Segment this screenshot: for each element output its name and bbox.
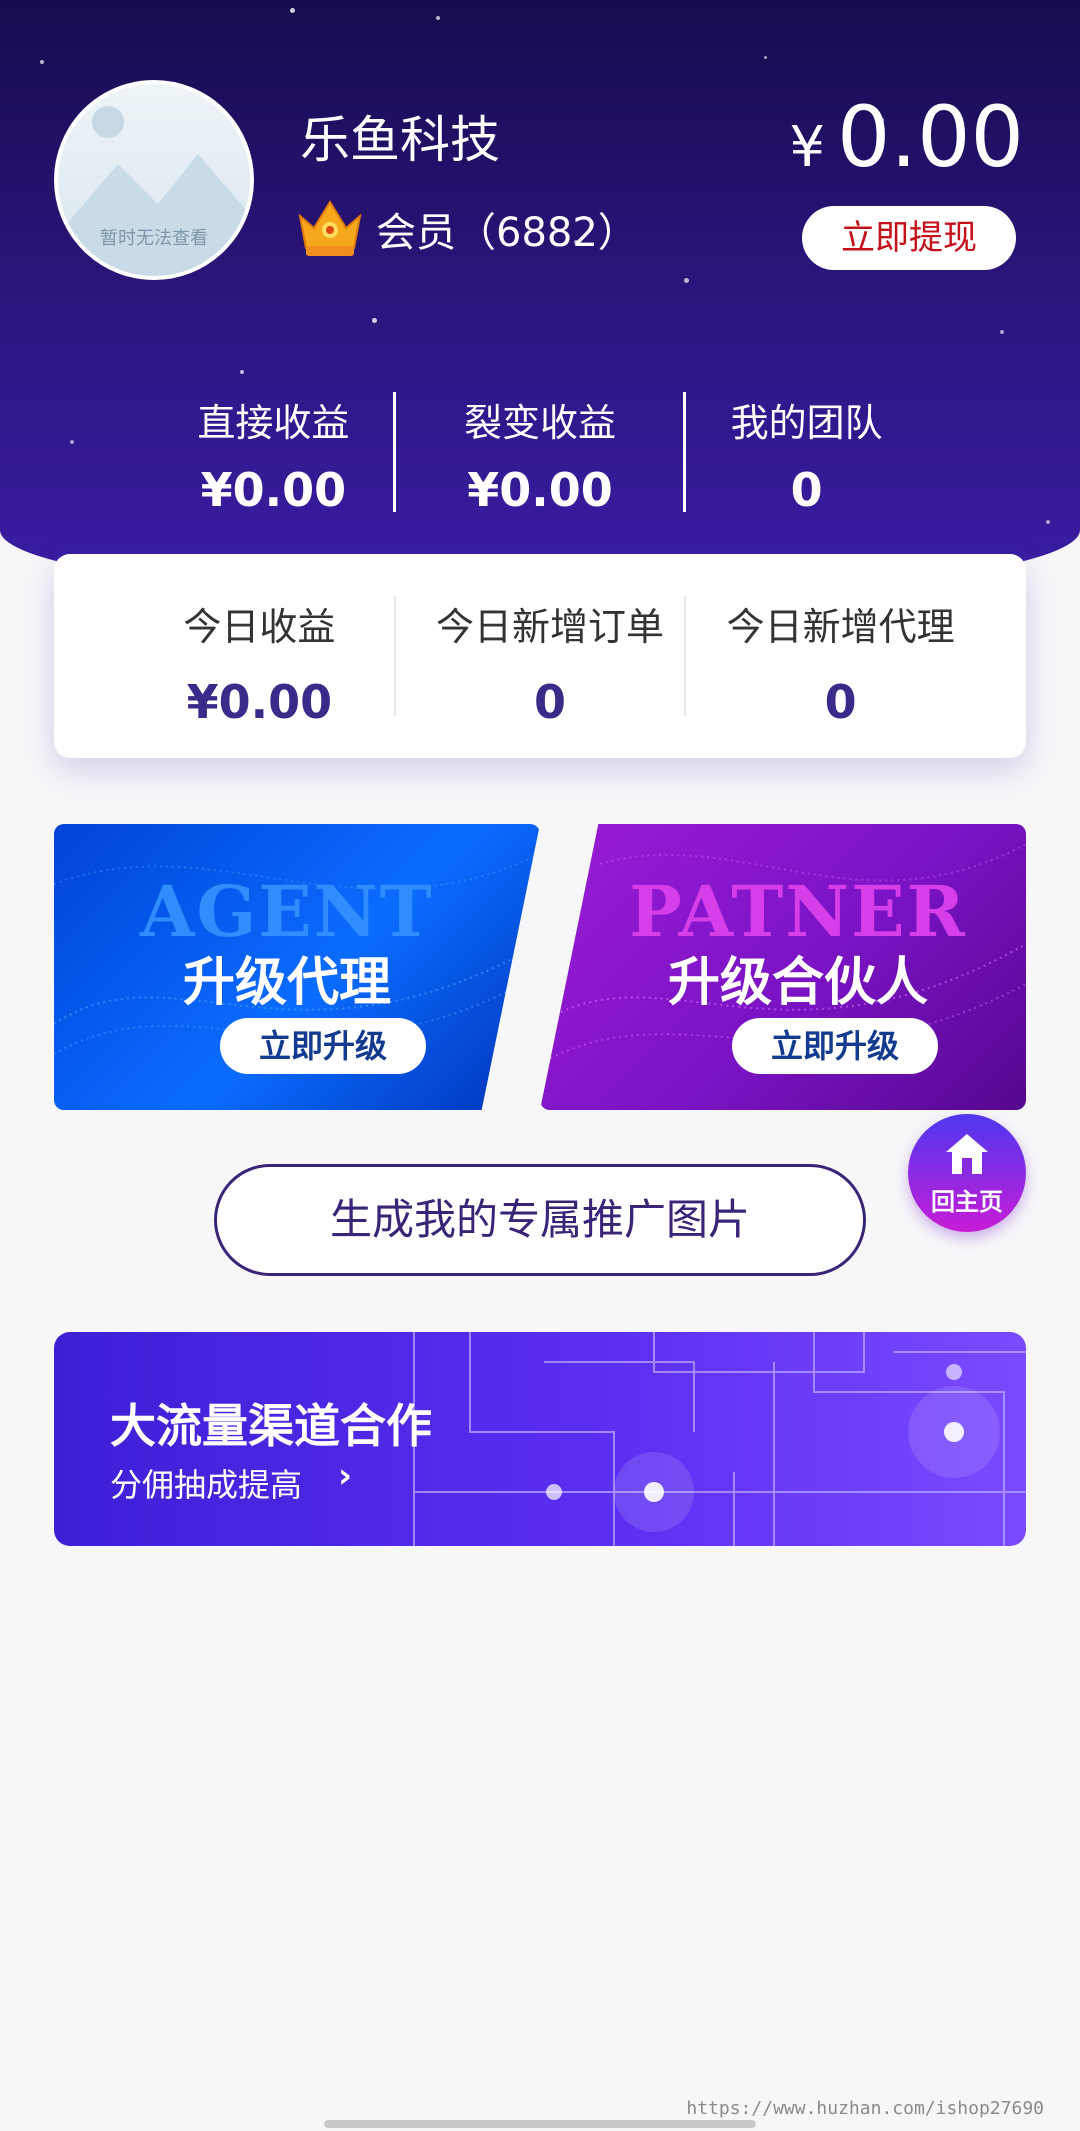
stat-value: ¥0.00 (186, 675, 333, 729)
shop-name: 乐鱼科技 (300, 111, 500, 169)
upgrade-agent-button[interactable]: 立即升级 (220, 1018, 426, 1074)
home-icon (946, 1134, 988, 1174)
divider (393, 392, 396, 512)
banner-subtitle: 分佣抽成提高 (110, 1466, 303, 1504)
withdraw-button[interactable]: 立即提现 (802, 206, 1016, 270)
divider (684, 596, 686, 716)
stat-value: 0 (790, 463, 823, 517)
avatar[interactable]: 暂时无法查看 (54, 80, 254, 280)
back-home-button[interactable]: 回主页 (908, 1114, 1026, 1232)
member-level: 会员（6882） (376, 210, 638, 256)
stat-fission-earnings[interactable]: 裂变收益 ¥0.00 (407, 388, 674, 517)
avatar-caption: 暂时无法查看 (100, 228, 208, 249)
upgrade-partner-button[interactable]: 立即升级 (732, 1018, 938, 1074)
stat-today-new-orders[interactable]: 今日新增订单 0 (405, 554, 696, 758)
image-placeholder-icon (58, 154, 250, 276)
home-indicator (324, 2120, 756, 2128)
stat-value: 0 (534, 675, 567, 729)
stat-label: 今日新增订单 (436, 605, 665, 649)
watermark-text: https://www.huzhan.com/ishop27690 (686, 2098, 1044, 2119)
balance-amount: 0.00 (836, 88, 1024, 186)
divider (394, 596, 396, 716)
stat-value: 0 (824, 675, 857, 729)
crown-icon (298, 200, 362, 256)
upgrade-partner-title: 升级合伙人 (667, 953, 928, 1013)
stat-value: ¥0.00 (200, 463, 347, 517)
back-home-label: 回主页 (931, 1188, 1003, 1216)
traffic-cooperation-banner[interactable]: 大流量渠道合作 分佣抽成提高 › (54, 1332, 1026, 1546)
generate-poster-button[interactable]: 生成我的专属推广图片 (214, 1164, 866, 1276)
currency-symbol: ¥ (789, 115, 825, 180)
stat-label: 裂变收益 (464, 401, 617, 445)
balance-display: ¥ 0.00 (789, 88, 1024, 186)
stat-label: 今日新增代理 (726, 605, 955, 649)
upgrade-partner-card[interactable]: PATNER 升级合伙人 立即升级 (540, 824, 1026, 1110)
today-stats-card: 今日收益 ¥0.00 今日新增订单 0 今日新增代理 0 (54, 554, 1026, 758)
stat-value: ¥0.00 (467, 463, 613, 517)
stat-label: 直接收益 (197, 401, 350, 445)
stat-my-team[interactable]: 我的团队 0 (673, 388, 940, 517)
chevron-right-icon: › (338, 1456, 353, 1496)
earnings-stats: 直接收益 ¥0.00 裂变收益 ¥0.00 我的团队 0 (140, 388, 940, 517)
stat-today-earnings[interactable]: 今日收益 ¥0.00 (114, 554, 405, 758)
stat-label: 我的团队 (730, 401, 883, 445)
banner-title: 大流量渠道合作 (110, 1399, 432, 1453)
stat-label: 今日收益 (183, 605, 336, 649)
stat-today-new-agents[interactable]: 今日新增代理 0 (695, 554, 986, 758)
stat-direct-earnings[interactable]: 直接收益 ¥0.00 (140, 388, 407, 517)
divider (683, 392, 686, 512)
upgrade-agent-title: 升级代理 (182, 953, 391, 1013)
upgrade-agent-card[interactable]: AGENT 升级代理 立即升级 (54, 824, 540, 1110)
